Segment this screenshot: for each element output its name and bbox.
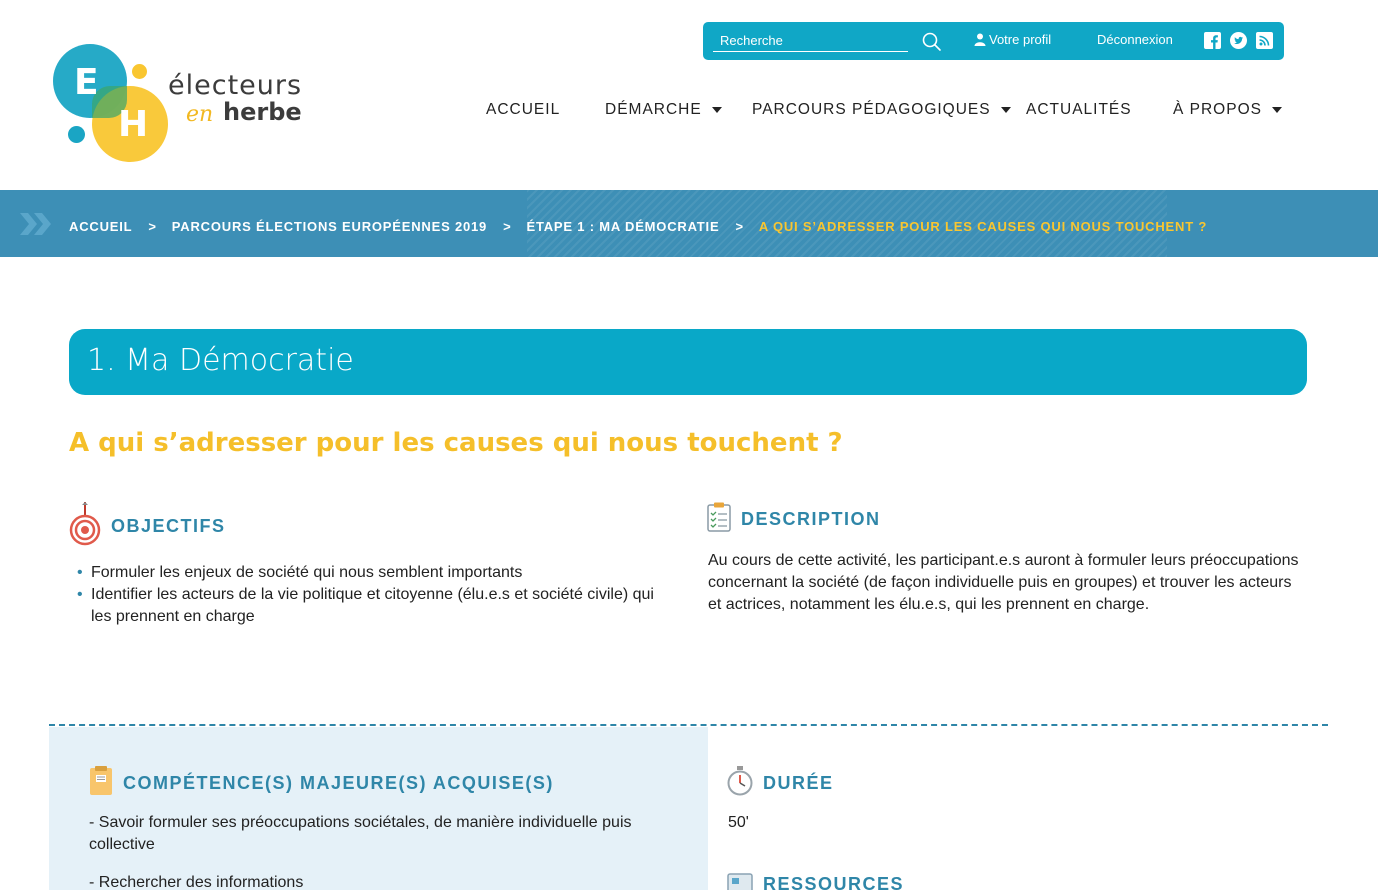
search-icon[interactable] — [921, 31, 943, 53]
main-navigation: ACCUEIL DÉMARCHE PARCOURS PÉDAGOGIQUES A… — [0, 101, 1378, 121]
nav-label: ACTUALITÉS — [1026, 101, 1132, 118]
facebook-icon[interactable] — [1204, 32, 1221, 49]
logo-dot-blue — [68, 126, 85, 143]
objective-item: Identifier les acteurs de la vie politiq… — [77, 584, 657, 628]
nav-label: DÉMARCHE — [605, 101, 702, 118]
resources-heading-label: RESSOURCES — [763, 874, 905, 890]
breadcrumb-etape[interactable]: ÉTAPE 1 : MA DÉMOCRATIE — [526, 219, 719, 234]
resources-icon — [727, 870, 753, 890]
logo-dot-yellow — [132, 64, 147, 79]
step-banner: 1. Ma Démocratie — [69, 329, 1307, 395]
description-text: Au cours de cette activité, les particip… — [708, 552, 1299, 613]
breadcrumb-separator: > — [735, 219, 744, 234]
objective-item: Formuler les enjeux de société qui nous … — [77, 562, 657, 584]
breadcrumb-parcours[interactable]: PARCOURS ÉLECTIONS EUROPÉENNES 2019 — [172, 219, 487, 234]
caret-down-icon — [1271, 107, 1282, 113]
nav-label: À PROPOS — [1173, 101, 1262, 118]
stopwatch-icon — [727, 766, 753, 801]
nav-label: ACCUEIL — [486, 101, 561, 118]
breadcrumb-current: A QUI S’ADRESSER POUR LES CAUSES QUI NOU… — [758, 219, 1208, 234]
dashed-divider — [49, 724, 1328, 726]
competence-item: - Savoir formuler ses préoccupations soc… — [89, 814, 632, 853]
competences-heading: COMPÉTENCE(S) MAJEURE(S) ACQUISE(S) — [89, 766, 554, 801]
rss-icon[interactable] — [1256, 32, 1273, 49]
activity-title: A qui s’adresser pour les causes qui nou… — [69, 428, 843, 458]
logo-letter-e: E — [74, 62, 99, 103]
logout-link[interactable]: Déconnexion — [1097, 32, 1173, 47]
nav-item-actualites[interactable]: ACTUALITÉS — [1026, 101, 1132, 119]
breadcrumb: ACCUEIL > PARCOURS ÉLECTIONS EUROPÉENNES… — [0, 190, 1378, 257]
breadcrumb-home[interactable]: ACCUEIL — [69, 219, 132, 234]
duration-heading-label: DURÉE — [763, 773, 834, 793]
nav-item-a-propos[interactable]: À PROPOS — [1173, 101, 1282, 119]
user-icon — [974, 33, 986, 46]
target-icon — [69, 502, 101, 551]
top-utility-bar: Votre profil Déconnexion — [703, 22, 1284, 60]
checklist-icon — [707, 502, 731, 537]
nav-item-accueil[interactable]: ACCUEIL — [486, 101, 560, 119]
description-heading: DESCRIPTION — [707, 502, 881, 537]
step-title: 1. Ma Démocratie — [87, 343, 354, 378]
notepad-icon — [89, 766, 113, 801]
duration-heading: DURÉE — [727, 766, 834, 801]
search-input[interactable] — [713, 30, 908, 52]
nav-item-parcours[interactable]: PARCOURS PÉDAGOGIQUES — [752, 101, 1011, 119]
profile-label: Votre profil — [989, 32, 1052, 47]
objectives-list: Formuler les enjeux de société qui nous … — [77, 562, 657, 628]
competence-item: - Rechercher des informations — [89, 874, 304, 890]
competences-heading-label: COMPÉTENCE(S) MAJEURE(S) ACQUISE(S) — [123, 773, 554, 793]
description-heading-label: DESCRIPTION — [741, 509, 881, 529]
caret-down-icon — [711, 107, 722, 113]
double-chevron-icon — [18, 213, 54, 235]
caret-down-icon — [1000, 107, 1011, 113]
breadcrumb-separator: > — [148, 219, 157, 234]
objectives-heading: OBJECTIFS — [69, 502, 226, 551]
breadcrumb-separator: > — [503, 219, 512, 234]
competences-list: - Savoir formuler ses préoccupations soc… — [89, 812, 669, 890]
twitter-icon[interactable] — [1230, 32, 1247, 49]
profile-link[interactable]: Votre profil — [974, 32, 1051, 47]
resources-heading: RESSOURCES — [727, 870, 904, 890]
duration-value: 50' — [728, 814, 749, 831]
nav-item-demarche[interactable]: DÉMARCHE — [605, 101, 722, 119]
objectives-heading-label: OBJECTIFS — [111, 516, 226, 536]
logo-word-electeurs: électeurs — [168, 70, 303, 101]
nav-label: PARCOURS PÉDAGOGIQUES — [752, 101, 991, 118]
